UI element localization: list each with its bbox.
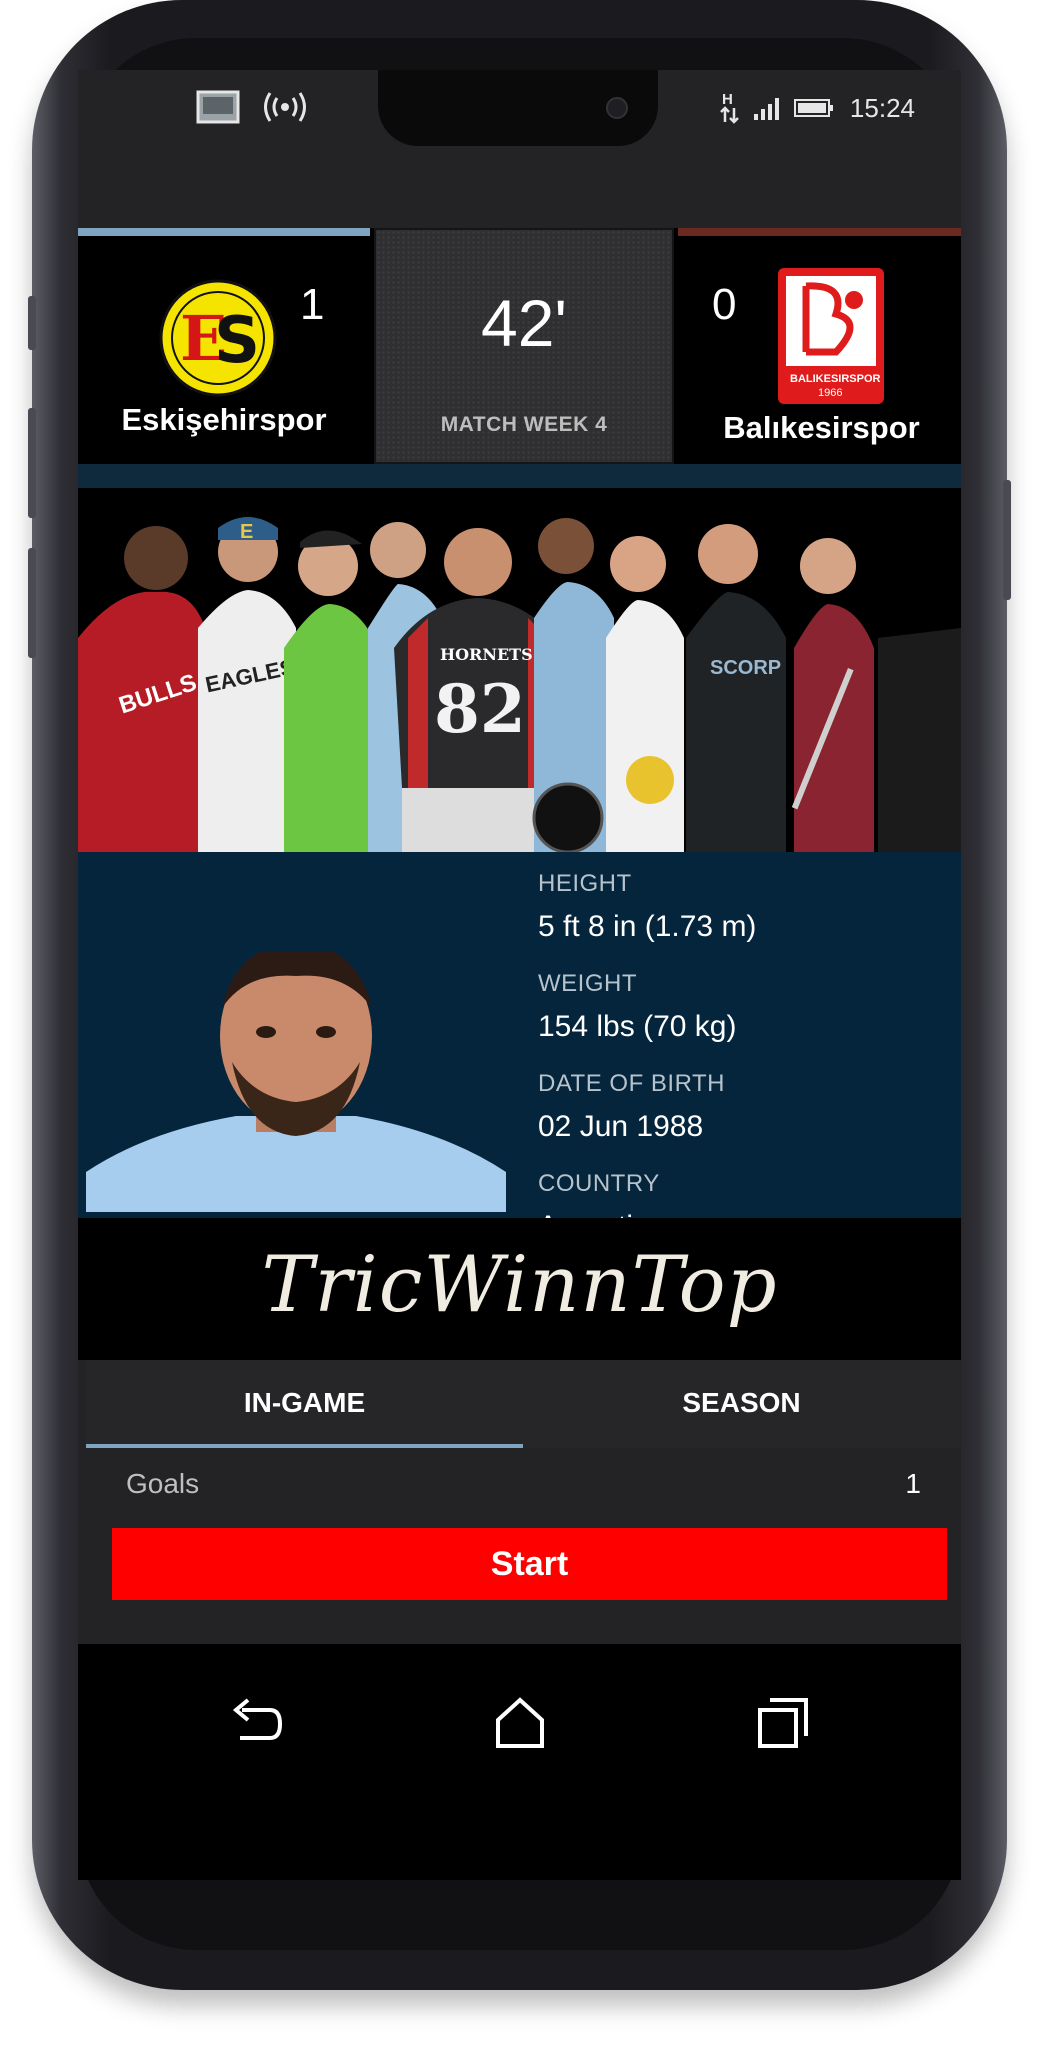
screen: H 15:24 E S 1 Eskişehirspor 42' MATCH WE… — [78, 70, 961, 1880]
jersey-text-e: E — [240, 521, 253, 543]
stat-label-dob: DATE OF BIRTH — [538, 1070, 725, 1097]
stat-label-weight: WEIGHT — [538, 970, 637, 997]
volume-up-button — [28, 408, 36, 518]
recents-icon[interactable] — [752, 1692, 812, 1752]
home-icon[interactable] — [490, 1692, 550, 1752]
away-team[interactable]: 0 BALIKESIRSPOR 1966 Balıkesirspor — [678, 228, 961, 464]
stat-value-weight: 154 lbs (70 kg) — [538, 1010, 737, 1043]
start-button[interactable]: Start — [112, 1528, 947, 1600]
scoreboard: E S 1 Eskişehirspor 42' MATCH WEEK 4 0 B… — [78, 228, 961, 464]
gallery-icon — [196, 90, 240, 124]
jersey-text-scorp: SCORP — [710, 657, 781, 679]
battery-icon — [793, 99, 833, 117]
stat-value-dob: 02 Jun 1988 — [538, 1110, 704, 1143]
brand-logo-text: TricWinnTop — [261, 1240, 778, 1330]
jersey-text-82: 82 — [434, 670, 526, 748]
volume-down-button — [28, 548, 36, 658]
stats-tabs: IN-GAME SEASON — [86, 1360, 961, 1448]
status-bar: H 15:24 — [78, 70, 961, 220]
home-team-name: Eskişehirspor — [121, 402, 327, 437]
stat-value-height: 5 ft 8 in (1.73 m) — [538, 910, 757, 943]
home-score: 1 — [300, 280, 325, 329]
home-team[interactable]: E S 1 Eskişehirspor — [78, 228, 370, 464]
power-button — [1003, 480, 1011, 600]
goals-row: Goals 1 — [86, 1448, 961, 1520]
nfc-wave-icon — [264, 92, 306, 122]
stat-label-country: COUNTRY — [538, 1170, 660, 1197]
player-portrait — [86, 952, 506, 1212]
svg-text:S: S — [214, 304, 260, 378]
player-stats: HEIGHT 5 ft 8 in (1.73 m) WEIGHT 154 lbs… — [538, 870, 756, 1270]
status-right-icons: H 15:24 — [718, 90, 915, 126]
athletes-banner-image: BULLS E EAGLES HORNETS 82 SCORP — [78, 488, 961, 852]
h-data-icon: H — [720, 91, 739, 124]
match-week-label: MATCH WEEK 4 — [440, 413, 608, 436]
balikesirspor-crest-icon: BALIKESIRSPOR 1966 — [778, 268, 884, 404]
tab-in-game[interactable]: IN-GAME — [86, 1360, 523, 1448]
status-left-icons — [196, 90, 312, 124]
eskisehirspor-crest-icon: E S — [159, 279, 277, 397]
svg-text:BALIKESIRSPOR: BALIKESIRSPOR — [790, 373, 881, 385]
navigation-bar — [78, 1644, 961, 1880]
brand-banner: TricWinnTop — [78, 1218, 961, 1360]
tab-season[interactable]: SEASON — [523, 1360, 960, 1448]
phone-side-button — [28, 296, 36, 350]
stat-label-height: HEIGHT — [538, 870, 632, 897]
content-bottom-spacer — [78, 1600, 961, 1644]
player-info-panel: HEIGHT 5 ft 8 in (1.73 m) WEIGHT 154 lbs… — [78, 852, 961, 1243]
svg-text:1966: 1966 — [818, 387, 842, 399]
front-camera — [606, 97, 628, 119]
athletes-illustration: BULLS E EAGLES HORNETS 82 SCORP — [78, 488, 961, 852]
goals-value: 1 — [905, 1468, 921, 1499]
status-time: 15:24 — [849, 92, 915, 123]
match-minute: 42' — [480, 286, 567, 360]
match-clock-panel: 42' MATCH WEEK 4 — [374, 228, 674, 464]
camera-notch — [378, 70, 658, 146]
svg-text:H: H — [722, 91, 733, 108]
goals-label: Goals — [126, 1468, 200, 1499]
jersey-text-hornets: HORNETS — [440, 645, 533, 664]
scoreboard-divider — [78, 464, 961, 488]
away-team-name: Balıkesirspor — [723, 410, 920, 445]
away-score: 0 — [712, 280, 737, 329]
signal-icon — [753, 98, 779, 120]
back-icon[interactable] — [226, 1692, 286, 1752]
